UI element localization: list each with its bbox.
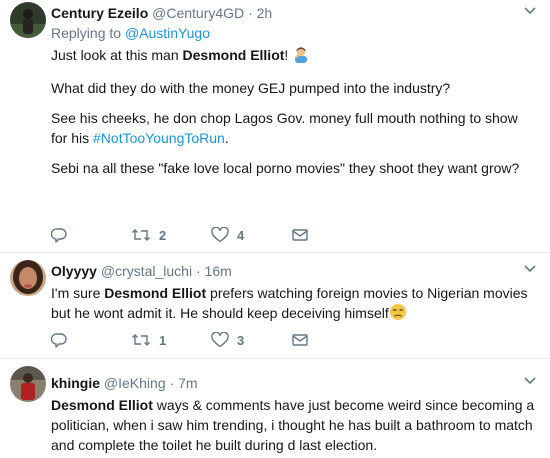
username[interactable]: @IeKhing bbox=[104, 375, 166, 391]
replying-to: Replying to @AustinYugo bbox=[51, 24, 536, 42]
reply-icon bbox=[51, 332, 67, 348]
like-button[interactable]: 4 bbox=[211, 227, 291, 243]
separator: · bbox=[169, 375, 175, 391]
tweet-text: I'm sure Desmond Elliot prefers watching… bbox=[51, 283, 536, 326]
person-facepalming-emoji bbox=[292, 45, 310, 68]
direct-message-button[interactable] bbox=[291, 227, 309, 243]
reply-button[interactable] bbox=[51, 227, 131, 243]
tweet-text: Desmond Elliot ways & comments have just… bbox=[51, 395, 536, 455]
tweet[interactable]: Olyyyy @crystal_luchi · 16m I'm sure Des… bbox=[0, 253, 550, 359]
retweet-count: 2 bbox=[159, 227, 167, 243]
text-fragment: . bbox=[224, 130, 229, 146]
tweet-text: Just look at this man Desmond Elliot! Wh… bbox=[51, 45, 536, 178]
text-paragraph: What did they do with the money GEJ pump… bbox=[51, 80, 451, 96]
envelope-icon bbox=[291, 227, 309, 243]
replying-prefix: Replying to bbox=[51, 25, 122, 41]
text-fragment: I'm sure bbox=[51, 285, 105, 301]
separator: · bbox=[195, 263, 201, 279]
avatar[interactable] bbox=[10, 366, 46, 402]
timestamp[interactable]: 2h bbox=[257, 5, 273, 21]
text-fragment: ! bbox=[284, 47, 293, 63]
retweet-count: 1 bbox=[159, 332, 167, 348]
reply-button[interactable] bbox=[51, 332, 131, 348]
retweet-icon bbox=[131, 227, 151, 243]
reply-mention-link[interactable]: @AustinYugo bbox=[125, 25, 210, 41]
hashtag-link[interactable]: #NotTooYoungToRun bbox=[93, 130, 225, 146]
display-name[interactable]: Olyyyy bbox=[51, 263, 97, 279]
avatar[interactable] bbox=[10, 260, 46, 296]
chevron-down-icon[interactable] bbox=[524, 262, 536, 280]
retweet-button[interactable]: 1 bbox=[131, 332, 211, 348]
username[interactable]: @Century4GD bbox=[152, 5, 244, 21]
envelope-icon bbox=[291, 332, 309, 348]
like-count: 3 bbox=[237, 332, 245, 348]
direct-message-button[interactable] bbox=[291, 332, 309, 348]
retweet-icon bbox=[131, 332, 151, 348]
separator: · bbox=[248, 5, 253, 21]
reply-icon bbox=[51, 227, 67, 243]
display-name[interactable]: Century Ezeilo bbox=[51, 5, 148, 21]
highlighted-name: Desmond Elliot bbox=[51, 397, 153, 413]
retweet-button[interactable]: 2 bbox=[131, 227, 211, 243]
username[interactable]: @crystal_luchi bbox=[101, 263, 192, 279]
tweet[interactable]: khingie @IeKhing · 7m Desmond Elliot way… bbox=[0, 359, 550, 458]
display-name[interactable]: khingie bbox=[51, 375, 100, 391]
like-count: 4 bbox=[237, 227, 245, 243]
chevron-down-icon[interactable] bbox=[524, 374, 536, 392]
tweet[interactable]: Century Ezeilo @Century4GD · 2h Replying… bbox=[0, 0, 550, 253]
timestamp[interactable]: 16m bbox=[205, 263, 232, 279]
avatar[interactable] bbox=[10, 2, 46, 38]
highlighted-name: Desmond Elliot bbox=[182, 47, 285, 63]
heart-icon bbox=[211, 227, 229, 243]
heart-icon bbox=[211, 332, 229, 348]
timestamp[interactable]: 7m bbox=[178, 375, 197, 391]
unamused-face-emoji bbox=[389, 303, 407, 326]
like-button[interactable]: 3 bbox=[211, 332, 291, 348]
chevron-down-icon[interactable] bbox=[524, 4, 536, 22]
highlighted-name: Desmond Elliot bbox=[104, 285, 207, 301]
text-fragment: Just look at this man bbox=[51, 47, 183, 63]
text-paragraph: Sebi na all these "fake love local porno… bbox=[51, 160, 520, 176]
